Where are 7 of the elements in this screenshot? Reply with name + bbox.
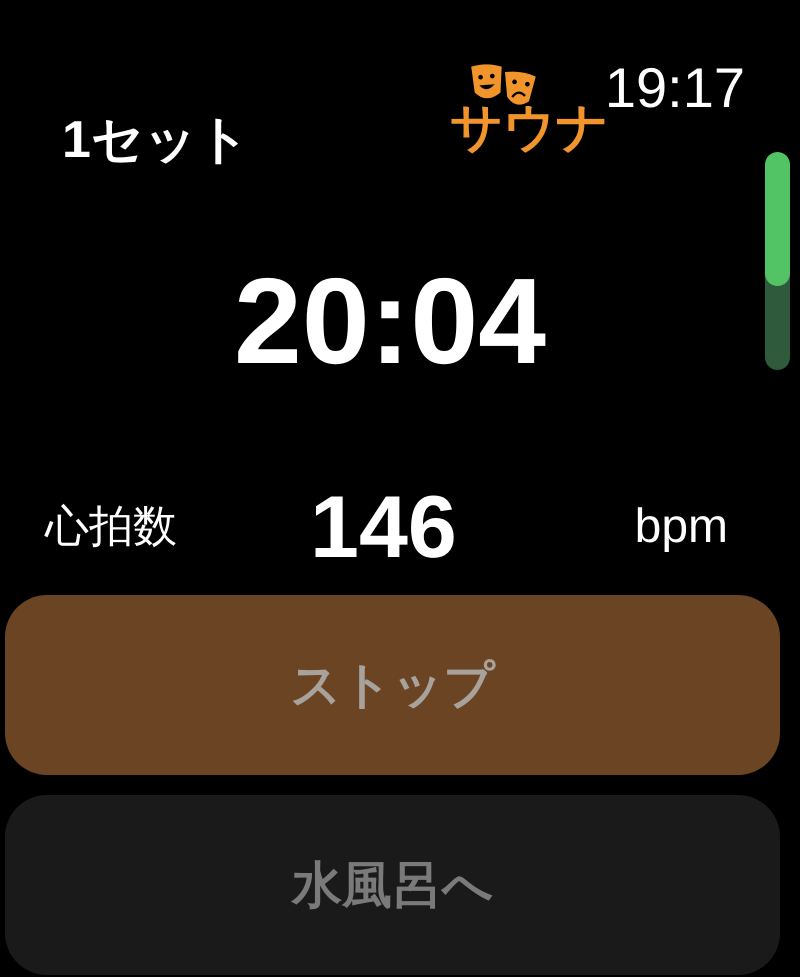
cold-bath-button[interactable]: 水風呂へ — [5, 795, 780, 975]
set-label: 1セット — [62, 114, 250, 166]
heart-rate-value: 146 — [310, 483, 457, 571]
timer-display: 20:04 — [234, 260, 546, 382]
heart-rate-unit: bpm — [634, 503, 728, 551]
stop-button[interactable]: ストップ — [5, 595, 780, 775]
heart-rate-label: 心拍数 — [45, 505, 178, 549]
